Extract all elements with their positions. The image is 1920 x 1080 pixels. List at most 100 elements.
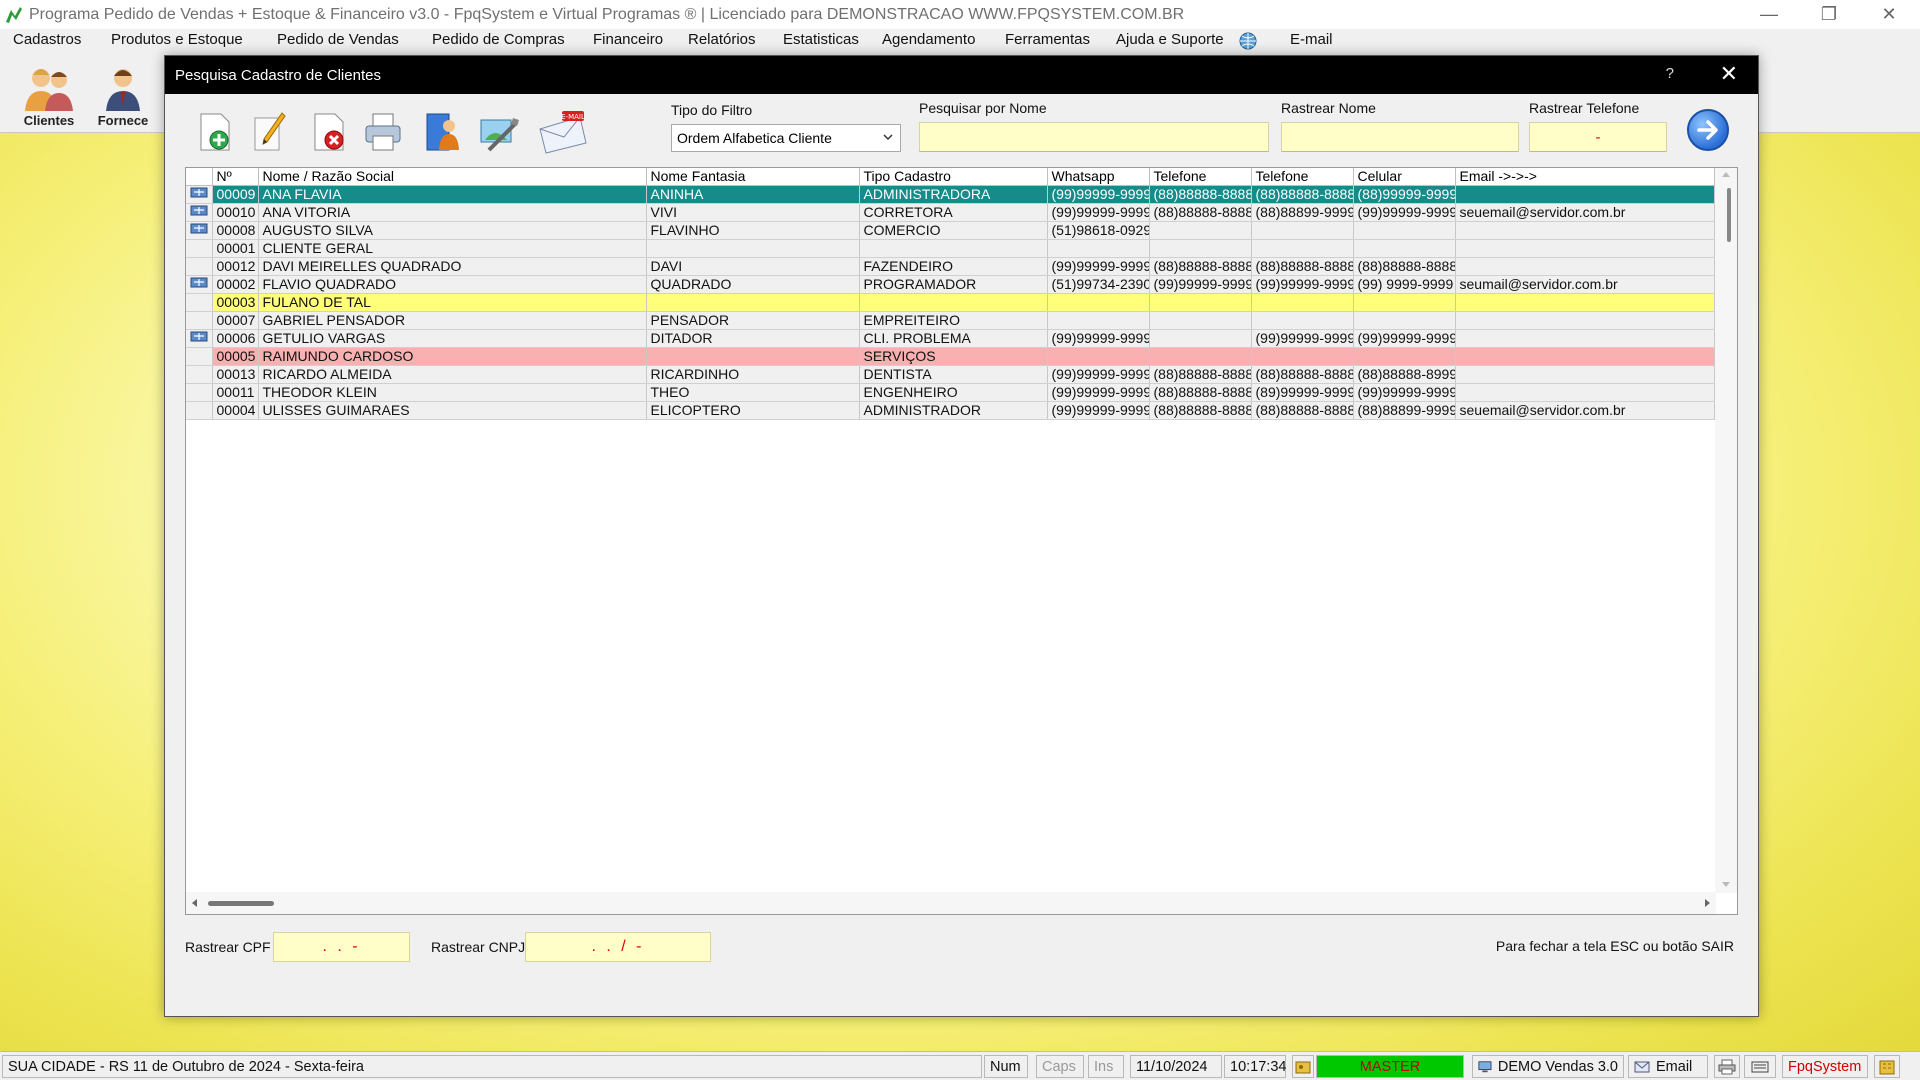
cell-celular[interactable] (1353, 293, 1456, 312)
cell-numero[interactable]: 00001 (212, 239, 259, 258)
cell-email[interactable]: seuemail@servidor.com.br (1455, 401, 1715, 420)
cell-telefone-1[interactable]: (88)88888-8888 (1149, 383, 1252, 402)
globe-icon[interactable] (1238, 31, 1258, 51)
cell-telefone-1[interactable]: (99)99999-9999 (1149, 275, 1252, 294)
cell-nome[interactable]: ULISSES GUIMARAES (258, 401, 647, 420)
cell-celular[interactable]: (88)88888-8888 (1353, 257, 1456, 276)
cell-telefone-1[interactable] (1149, 221, 1252, 240)
minimize-button[interactable]: — (1740, 0, 1798, 29)
cell-telefone-1[interactable]: (88)88888-8888 (1149, 257, 1252, 276)
cell-celular[interactable] (1353, 311, 1456, 330)
cell-numero[interactable]: 00006 (212, 329, 259, 348)
cell-telefone-1[interactable] (1149, 347, 1252, 366)
cell-whatsapp[interactable]: (99)99999-9999 (1047, 365, 1150, 384)
header-numero[interactable]: Nº (212, 168, 259, 186)
cell-telefone-2[interactable] (1251, 347, 1354, 366)
edit-client-button[interactable] (247, 108, 295, 156)
cell-fantasia[interactable]: PENSADOR (646, 311, 860, 330)
menu-cadastros[interactable]: Cadastros (13, 31, 81, 48)
vertical-scroll-thumb[interactable] (1727, 188, 1731, 242)
cell-whatsapp[interactable]: (51)99734-2390 (1047, 275, 1150, 294)
cell-telefone-2[interactable]: (99)99999-9999 (1251, 275, 1354, 294)
track-name-input[interactable] (1281, 122, 1519, 152)
cell-whatsapp[interactable] (1047, 293, 1150, 312)
cell-email[interactable]: seuemail@servidor.com.br (1455, 203, 1715, 222)
header-tipo[interactable]: Tipo Cadastro (859, 168, 1048, 186)
cell-fantasia[interactable]: DITADOR (646, 329, 860, 348)
menu-produtos-estoque[interactable]: Produtos e Estoque (111, 31, 243, 48)
menu-financeiro[interactable]: Financeiro (593, 31, 663, 48)
cell-email[interactable] (1455, 383, 1715, 402)
cell-fantasia[interactable]: ELICOPTERO (646, 401, 860, 420)
menu-relatorios[interactable]: Relatórios (688, 31, 756, 48)
cell-email[interactable] (1455, 293, 1715, 312)
cell-email[interactable] (1455, 365, 1715, 384)
cell-whatsapp[interactable]: (99)99999-9999 (1047, 185, 1150, 204)
cell-fantasia[interactable] (646, 293, 860, 312)
help-button[interactable]: ? (1666, 65, 1674, 82)
add-client-button[interactable] (191, 108, 239, 156)
cell-tipo[interactable]: COMERCIO (859, 221, 1048, 240)
table-row[interactable]: 00012 DAVI MEIRELLES QUADRADO DAVI FAZENDEI… (186, 257, 1715, 276)
restore-button[interactable]: ❐ (1800, 0, 1858, 29)
cell-telefone-1[interactable]: (88)88888-8888 (1149, 365, 1252, 384)
print-button[interactable] (359, 108, 407, 156)
fornece-button[interactable]: Fornece (86, 57, 160, 131)
cell-tipo[interactable]: FAZENDEIRO (859, 257, 1048, 276)
cell-celular[interactable]: (99)99999-9999 (1353, 203, 1456, 222)
cell-numero[interactable]: 00010 (212, 203, 259, 222)
table-row[interactable]: 00002 FLAVIO QUADRADO QUADRADO PROGRAMADOR(… (186, 275, 1715, 294)
search-name-input[interactable] (919, 122, 1269, 152)
menu-pedido-vendas[interactable]: Pedido de Vendas (277, 31, 399, 48)
table-row[interactable]: 00003 FULANO DE TAL (186, 293, 1715, 312)
cell-email[interactable] (1455, 185, 1715, 204)
cell-celular[interactable] (1353, 239, 1456, 258)
cell-numero[interactable]: 00008 (212, 221, 259, 240)
table-row[interactable]: 00004 ULISSES GUIMARAES ELICOPTERO ADMINIST… (186, 401, 1715, 420)
status-config-button[interactable] (1874, 1055, 1900, 1078)
cell-numero[interactable]: 00007 (212, 311, 259, 330)
cell-celular[interactable]: (99) 9999-9999 (1353, 275, 1456, 294)
cell-numero[interactable]: 00004 (212, 401, 259, 420)
cell-tipo[interactable]: SERVIÇOS (859, 347, 1048, 366)
cell-nome[interactable]: ANA FLAVIA (258, 185, 647, 204)
cell-celular[interactable]: (99)99999-9999 (1353, 329, 1456, 348)
status-keyboard-button[interactable] (1744, 1055, 1776, 1078)
cell-nome[interactable]: DAVI MEIRELLES QUADRADO (258, 257, 647, 276)
cell-whatsapp[interactable]: (99)99999-9999 (1047, 257, 1150, 276)
cell-tipo[interactable]: ADMINISTRADOR (859, 401, 1048, 420)
cell-email[interactable] (1455, 329, 1715, 348)
dialog-close-button[interactable]: ✕ (1720, 61, 1738, 87)
cell-whatsapp[interactable]: (51)98618-0929 (1047, 221, 1150, 240)
cell-tipo[interactable]: ENGENHEIRO (859, 383, 1048, 402)
table-row[interactable]: 00009 ANA FLAVIA ANINHA ADMINISTRADORA (99)9… (186, 185, 1715, 204)
cell-email[interactable] (1455, 311, 1715, 330)
cell-numero[interactable]: 00002 (212, 275, 259, 294)
cell-telefone-2[interactable]: (88)88888-8888 (1251, 401, 1354, 420)
menu-estatisticas[interactable]: Estatisticas (783, 31, 859, 48)
status-email-button[interactable]: Email (1628, 1055, 1708, 1078)
cell-nome[interactable]: THEODOR KLEIN (258, 383, 647, 402)
cell-telefone-2[interactable]: (88)88899-9999 (1251, 203, 1354, 222)
cell-telefone-2[interactable] (1251, 221, 1354, 240)
table-row[interactable]: 00005 RAIMUNDO CARDOSO SERVIÇOS (186, 347, 1715, 366)
cell-telefone-2[interactable]: (88)88888-8888 (1251, 365, 1354, 384)
cell-fantasia[interactable]: VIVI (646, 203, 860, 222)
cell-nome[interactable]: AUGUSTO SILVA (258, 221, 647, 240)
cell-email[interactable] (1455, 257, 1715, 276)
cell-whatsapp[interactable]: (99)99999-9999 (1047, 203, 1150, 222)
cell-tipo[interactable]: EMPREITEIRO (859, 311, 1048, 330)
cell-tipo[interactable]: PROGRAMADOR (859, 275, 1048, 294)
cell-telefone-2[interactable] (1251, 239, 1354, 258)
cell-nome[interactable]: GABRIEL PENSADOR (258, 311, 647, 330)
header-whatsapp[interactable]: Whatsapp (1047, 168, 1150, 186)
cell-celular[interactable]: (88)88888-8999 (1353, 365, 1456, 384)
cell-email[interactable] (1455, 221, 1715, 240)
horizontal-scrollbar[interactable] (186, 892, 1716, 914)
cell-fantasia[interactable] (646, 347, 860, 366)
send-email-button[interactable]: E-MAIL (535, 108, 591, 156)
cell-tipo[interactable]: DENTISTA (859, 365, 1048, 384)
cpf-input[interactable]: . . - (273, 932, 410, 962)
vertical-scrollbar[interactable] (1715, 168, 1737, 893)
cell-celular[interactable]: (88)88899-9999 (1353, 401, 1456, 420)
